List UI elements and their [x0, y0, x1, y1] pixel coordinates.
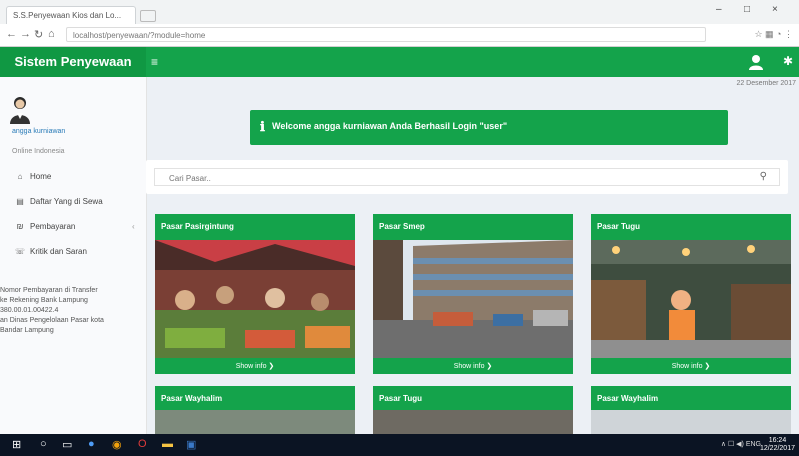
- gear-icon[interactable]: ✱: [783, 54, 793, 68]
- sidebar-item-kritik-saran[interactable]: ☏ Kritik dan Saran: [0, 240, 146, 264]
- sidebar-item-pembayaran[interactable]: ₪ Pembayaran ‹: [0, 215, 146, 239]
- market-photo: [591, 240, 791, 358]
- home-button-icon[interactable]: ⌂: [48, 28, 55, 40]
- sidebar-item-label: Kritik dan Saran: [30, 247, 87, 256]
- search-icon[interactable]: ⚲: [760, 171, 767, 182]
- clock-date: 12/22/2017: [759, 445, 795, 452]
- card-title: Pasar Pasirgintung: [161, 222, 234, 231]
- market-photo: [155, 240, 355, 358]
- search-input[interactable]: [155, 169, 731, 187]
- sidebar-item-label: Home: [30, 172, 52, 181]
- address-input[interactable]: localhost/penyewaan/?module=home: [66, 27, 706, 42]
- new-tab-button[interactable]: [140, 10, 156, 22]
- extension-icons[interactable]: ☆ ▦ ◔ ⋮: [754, 29, 793, 40]
- browser-tab[interactable]: S.S.Penyewaan Kios dan Lo...: [6, 6, 136, 24]
- show-info-link[interactable]: Show info ❯: [373, 360, 573, 374]
- back-arrow-icon[interactable]: ←: [6, 28, 17, 40]
- welcome-text: Welcome angga kurniawan Anda Berhasil Lo…: [272, 121, 508, 131]
- avatar: [10, 97, 30, 124]
- opera-taskbar-icon[interactable]: O: [138, 438, 147, 450]
- market-photo: [591, 410, 791, 434]
- chrome-taskbar-icon[interactable]: ◉: [112, 438, 122, 451]
- maximize-button[interactable]: □: [744, 4, 750, 15]
- market-photo: [373, 240, 573, 358]
- payment-info-text: Nomor Pembayaran di Transfer ke Rekening…: [0, 287, 104, 334]
- minimize-button[interactable]: –: [716, 4, 722, 15]
- show-info-link[interactable]: Show info ❯: [591, 360, 791, 374]
- info-icon: ℹ: [260, 119, 265, 134]
- system-tray[interactable]: ∧ ☐ ◀) ENG: [721, 440, 761, 448]
- comment-icon: ☏: [14, 247, 25, 256]
- market-photo: [373, 410, 573, 434]
- search-panel: ⚲: [146, 160, 788, 194]
- close-button[interactable]: ×: [772, 4, 778, 15]
- sidebar-item-label: Pembayaran: [30, 222, 76, 231]
- card-title: Pasar Tugu: [379, 394, 422, 403]
- market-card[interactable]: Pasar Wayhalim: [155, 386, 355, 434]
- address-text: localhost/penyewaan/?module=home: [73, 31, 206, 40]
- menu-toggle-icon[interactable]: ≡: [151, 55, 158, 69]
- sidebar: angga kurniawan Online Indonesia ⌂ Home …: [0, 77, 147, 434]
- sidebar-item-label: Daftar Yang di Sewa: [30, 197, 103, 206]
- user-status: Online Indonesia: [12, 148, 65, 155]
- market-card[interactable]: Pasar Tugu Show info ❯: [591, 214, 791, 374]
- search-taskbar-icon[interactable]: ○: [40, 438, 47, 450]
- reload-icon[interactable]: ↻: [34, 28, 43, 41]
- clock-time: 16:24: [768, 437, 787, 444]
- card-title: Pasar Wayhalim: [161, 394, 223, 403]
- card-title: Pasar Wayhalim: [597, 394, 659, 403]
- sidebar-item-daftar-sewa[interactable]: ▤ Daftar Yang di Sewa: [0, 190, 146, 214]
- market-card[interactable]: Pasar Wayhalim: [591, 386, 791, 434]
- welcome-alert: ℹ Welcome angga kurniawan Anda Berhasil …: [250, 110, 728, 145]
- market-photo: [155, 410, 355, 434]
- folder-taskbar-icon[interactable]: ▬: [162, 438, 173, 450]
- address-bar-row: ← → ↻ ⌂ localhost/penyewaan/?module=home…: [0, 24, 799, 47]
- market-card[interactable]: Pasar Smep Show info ❯: [373, 214, 573, 374]
- windows-start-icon[interactable]: ⊞: [12, 438, 21, 451]
- card-title: Pasar Smep: [379, 222, 425, 231]
- browser-tab-bar: S.S.Penyewaan Kios dan Lo... – □ ×: [0, 0, 799, 24]
- market-card[interactable]: Pasar Pasirgintung Show info ❯: [155, 214, 355, 374]
- show-info-link[interactable]: Show info ❯: [155, 360, 355, 374]
- forward-arrow-icon[interactable]: →: [20, 28, 31, 40]
- sidebar-item-home[interactable]: ⌂ Home: [0, 165, 146, 189]
- tab-title: S.S.Penyewaan Kios dan Lo...: [13, 11, 122, 20]
- user-icon[interactable]: [748, 54, 764, 70]
- market-card[interactable]: Pasar Tugu: [373, 386, 573, 434]
- app-header: Sistem Penyewaan ≡ ✱: [0, 47, 799, 77]
- word-taskbar-icon[interactable]: ▣: [186, 438, 196, 451]
- app-brand[interactable]: Sistem Penyewaan: [0, 47, 146, 77]
- user-name: angga kurniawan: [12, 128, 66, 135]
- task-view-icon[interactable]: ▭: [62, 438, 72, 451]
- taskbar-clock[interactable]: 16:24 12/22/2017: [760, 437, 795, 453]
- browser-taskbar-icon[interactable]: ●: [88, 438, 95, 450]
- card-title: Pasar Tugu: [597, 222, 640, 231]
- current-date: 22 Desember 2017: [736, 80, 796, 87]
- search-field-wrapper: ⚲: [154, 168, 780, 187]
- home-icon: ⌂: [17, 172, 23, 181]
- chevron-left-icon: ‹: [132, 222, 135, 231]
- document-icon: ▤: [16, 197, 24, 206]
- windows-taskbar: ⊞ ○ ▭ ● ◉ O ▬ ▣ ∧ ☐ ◀) ENG 16:24 12/22/2…: [0, 434, 799, 456]
- payment-icon: ₪: [16, 222, 24, 231]
